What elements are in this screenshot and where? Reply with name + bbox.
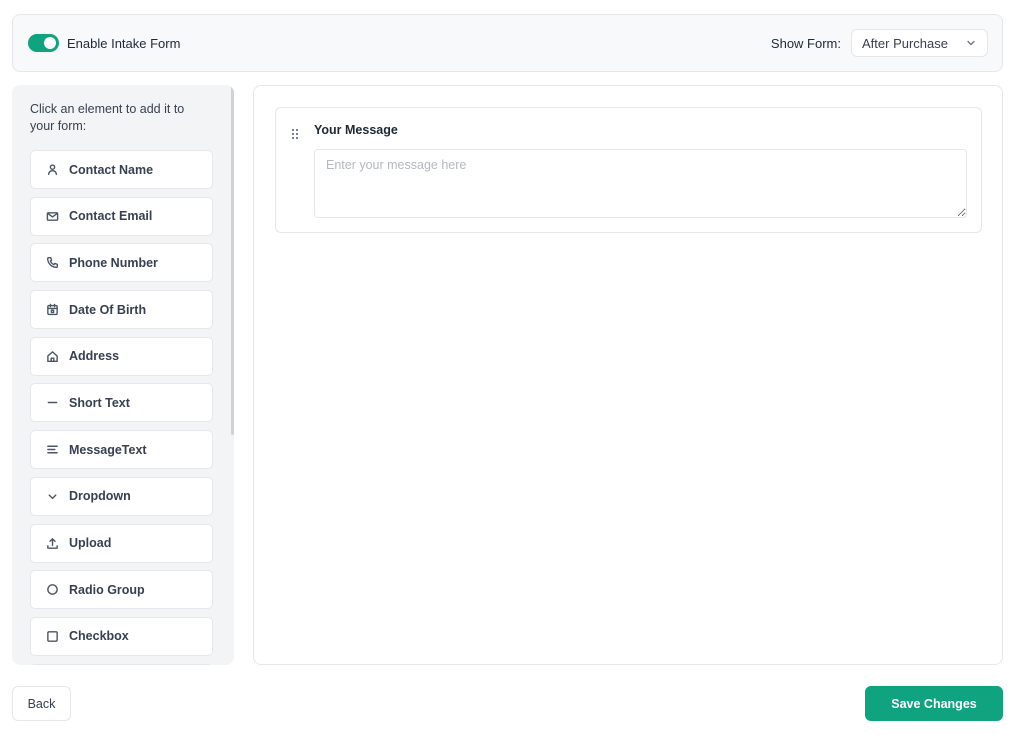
element-label: Short Text (69, 395, 130, 410)
save-changes-button[interactable]: Save Changes (865, 686, 1003, 721)
element-label: Contact Email (69, 209, 153, 224)
element-label: Date Of Birth (69, 302, 147, 317)
chevron-down-icon (967, 40, 975, 46)
element-label: Checkbox (69, 629, 129, 644)
show-form-value: After Purchase (862, 35, 948, 51)
align-left-icon (46, 443, 59, 456)
element-dropdown[interactable]: Dropdown (30, 476, 213, 516)
form-canvas: Your Message (253, 85, 1003, 665)
element-phone-number[interactable]: Phone Number (30, 243, 213, 283)
sidebar-scrollbar[interactable] (231, 85, 234, 435)
element-partial-next[interactable] (30, 663, 213, 665)
calendar-icon (46, 303, 59, 316)
form-settings-bar: Enable Intake Form Show Form: After Purc… (12, 14, 1003, 72)
element-palette: Click an element to add it to your form:… (12, 85, 234, 665)
element-address[interactable]: Address (30, 336, 213, 376)
element-date-of-birth[interactable]: Date Of Birth (30, 290, 213, 330)
element-upload[interactable]: Upload (30, 523, 213, 563)
element-label: Radio Group (69, 582, 145, 597)
element-short-text[interactable]: Short Text (30, 383, 213, 423)
toggle-knob (44, 37, 56, 49)
drag-handle-icon[interactable] (290, 127, 300, 141)
phone-icon (46, 256, 59, 269)
show-form-label: Show Form: (770, 35, 841, 51)
home-icon (46, 350, 59, 363)
field-label: Your Message (314, 123, 398, 137)
element-contact-name[interactable]: Contact Name (30, 150, 213, 189)
element-list: Contact Name Contact Email Phone Number … (30, 150, 213, 665)
element-label: Address (69, 349, 120, 364)
user-icon (46, 163, 59, 176)
element-radio-group[interactable]: Radio Group (30, 570, 213, 610)
back-button[interactable]: Back (12, 686, 71, 721)
element-message-text[interactable]: MessageText (30, 430, 213, 470)
enable-intake-label: Enable Intake Form (67, 35, 181, 51)
element-label: Upload (69, 536, 112, 550)
intake-toggle-group: Enable Intake Form (28, 34, 180, 52)
chevron-down-icon (46, 490, 59, 503)
form-field-card[interactable]: Your Message (275, 107, 982, 233)
circle-icon (46, 583, 59, 596)
element-label: Dropdown (69, 489, 131, 504)
upload-icon (46, 537, 59, 550)
square-icon (46, 630, 59, 643)
message-textarea[interactable] (314, 149, 967, 218)
enable-intake-toggle[interactable] (28, 34, 59, 52)
element-checkbox[interactable]: Checkbox (30, 616, 213, 656)
element-label: Contact Name (69, 162, 154, 177)
show-form-select[interactable]: After Purchase (851, 29, 988, 57)
element-contact-email[interactable]: Contact Email (30, 196, 213, 236)
element-label: MessageText (69, 442, 147, 457)
element-label: Phone Number (69, 255, 158, 270)
minus-icon (46, 396, 59, 409)
palette-instructions: Click an element to add it to your form: (30, 102, 185, 133)
show-form-group: Show Form: After Purchase (771, 29, 988, 57)
mail-icon (46, 210, 59, 223)
